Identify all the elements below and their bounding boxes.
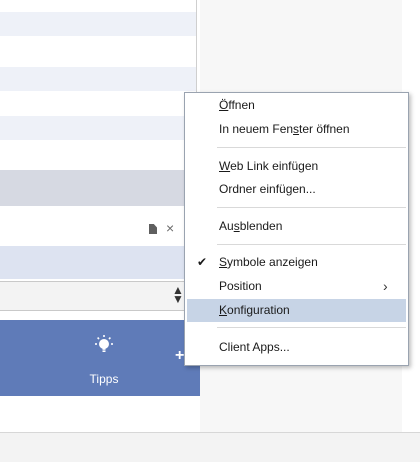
scroll-select[interactable] [0,281,196,311]
lightbulb-icon[interactable] [92,333,116,357]
menu-item-label: Ausblenden [219,219,283,233]
menu-item-ordner[interactable]: Ordner einfügen... [187,178,406,201]
plus-icon[interactable]: + [175,347,184,365]
menu-separator [217,327,406,328]
context-menu: Öffnen In neuem Fenster öffnen Web Link … [184,92,409,366]
nav-row[interactable] [0,67,196,91]
menu-separator [217,244,406,245]
menu-item-label: In neuem Fenster öffnen [219,122,350,136]
menu-item-konfiguration[interactable]: Konfiguration [187,299,406,322]
close-icon[interactable]: × [166,219,174,237]
menu-item-in-neuem-fenster[interactable]: In neuem Fenster öffnen [187,118,406,141]
menu-separator [217,147,406,148]
menu-separator [217,207,406,208]
menu-item-label: Ordner einfügen... [219,182,316,196]
menu-item-label: Konfiguration [219,303,290,317]
checkmark-icon: ✔ [197,255,208,269]
menu-item-client-apps[interactable]: Client Apps... [187,336,406,359]
nav-row[interactable] [0,12,196,36]
menu-item-label: Client Apps... [219,340,290,354]
menu-item-position[interactable]: Position › [187,275,406,298]
chevron-right-icon: › [383,278,388,294]
menu-item-label: Öffnen [219,98,255,112]
status-bar [0,432,420,462]
menu-item-label: Symbole anzeigen [219,255,318,269]
tipps-label[interactable]: Tipps [88,372,120,386]
section-header [0,170,196,206]
menu-item-ausblenden[interactable]: Ausblenden [187,215,406,238]
menu-item-oeffnen[interactable]: Öffnen [187,94,406,117]
menu-item-label: Position [219,279,262,293]
nav-row[interactable] [0,116,196,140]
up-down-arrows-icon[interactable]: ▲ ▼ [172,284,184,305]
selected-row[interactable] [0,246,196,279]
menu-item-web-link[interactable]: Web Link einfügen [187,155,406,178]
menu-item-label: Web Link einfügen [219,159,319,173]
menu-item-symbole[interactable]: ✔ Symbole anzeigen [187,251,406,274]
